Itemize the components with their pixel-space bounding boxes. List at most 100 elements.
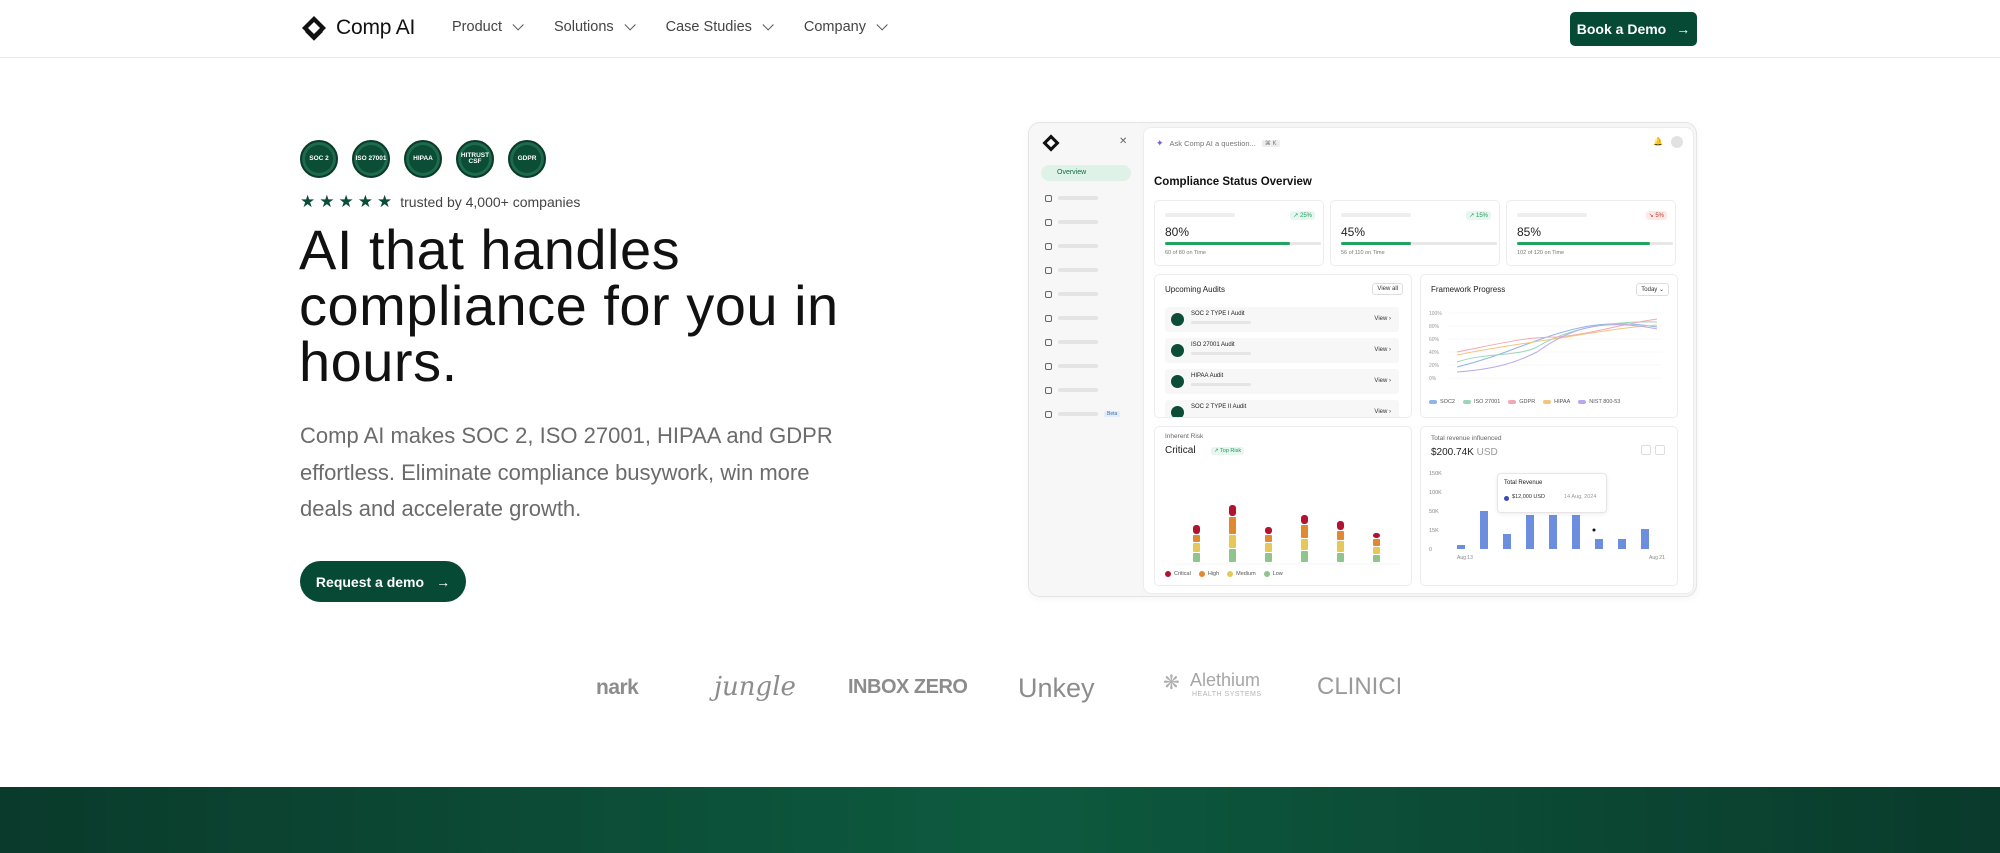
tooltip-value: $12,000 USD [1512,494,1546,500]
logo-clinici: CLINICI [1317,673,1400,700]
y-tick-label: 100K [1429,490,1442,496]
audit-row[interactable]: ISO 27001 Audit View › [1165,338,1399,363]
legend-item: HIPAA [1543,399,1570,405]
sidebar-item[interactable] [1045,193,1098,203]
hero-headline: AI that handles compliance for you in ho… [299,218,839,393]
progress-fill [1165,242,1290,245]
next-section-band [0,787,2000,853]
star-icon: ★ [319,192,335,211]
y-tick-label: 60% [1429,337,1440,343]
sidebar-item-overview[interactable]: Overview [1041,165,1131,181]
period-label: Today [1641,287,1658,293]
view-link[interactable]: View › [1374,378,1391,384]
chevron-down-icon [512,19,524,31]
audit-row[interactable]: HIPAA Audit View › [1165,369,1399,394]
risk-bar-segment [1301,551,1308,562]
period-dropdown[interactable]: Today ⌄ [1636,283,1669,296]
certification-badges: SOC 2 ISO 27001 HIPAA HITRUST CSF GDPR [300,140,546,178]
risk-level: Critical [1165,445,1196,456]
chevron-down-icon [876,19,888,31]
progress-bar [1517,242,1673,245]
risk-stacked-bars [1175,505,1400,565]
placeholder-bar [1191,321,1251,324]
audit-name: SOC 2 TYPE I Audit [1191,311,1245,317]
placeholder-bar [1341,213,1411,217]
progress-bar [1165,242,1321,245]
sidebar-item[interactable]: Beta [1045,409,1121,419]
sidebar-item[interactable] [1045,265,1098,275]
arrow-right-icon: → [1676,21,1691,37]
menu-label: Product [452,19,502,35]
view-label: View [1374,316,1388,322]
bell-icon[interactable]: 🔔 [1653,137,1663,146]
legend-label: NIST 800-53 [1589,399,1621,405]
legend-item: SOC2 [1429,399,1455,405]
stat-percent: 85% [1517,225,1542,239]
legend-dot [1263,571,1270,577]
risk-bar-segment [1373,539,1380,546]
sidebar-item[interactable] [1045,313,1098,323]
trend-badge: ↗ 25% [1290,211,1315,220]
series-line-soc2 [1456,323,1658,368]
legend-label: ISO 27001 [1473,399,1501,405]
menu-product[interactable]: Product [452,19,524,35]
sidebar-item[interactable] [1045,217,1098,227]
top-nav: Comp AI Product Solutions Case Studies C… [0,0,2000,58]
sidebar-item[interactable] [1045,337,1098,347]
bar-chart-icon[interactable] [1641,445,1651,455]
view-link[interactable]: View › [1374,409,1391,415]
risk-bar-segment [1301,525,1308,538]
settings-icon[interactable] [1655,445,1665,455]
sidebar-item[interactable] [1045,361,1098,371]
y-tick-label: 40% [1429,350,1440,356]
trust-rating: ★ ★ ★ ★ ★ trusted by 4,000+ companies [300,193,580,210]
revenue-bar [1457,545,1465,549]
revenue-label: Total revenue influenced [1431,435,1502,442]
legend-label: SOC2 [1440,399,1455,405]
view-label: View [1374,409,1388,415]
risk-bar-segment [1265,535,1272,542]
placeholder-bar [1058,364,1098,368]
risk-bar-segment [1229,549,1236,562]
request-demo-button[interactable]: Request a demo → [300,561,466,602]
legend-swatch [1578,400,1587,404]
sidebar-item[interactable] [1045,289,1098,299]
menu-company[interactable]: Company [804,19,888,35]
menu-case-studies[interactable]: Case Studies [666,19,774,35]
revenue-bar [1549,515,1557,549]
brand-name: Comp AI [336,16,416,39]
logo-jungle: jungle [714,672,796,702]
view-link[interactable]: View › [1374,316,1391,322]
view-label: View [1374,378,1388,384]
logo-unkey: Unkey [1018,673,1095,703]
document-icon [1045,266,1052,274]
sidebar-item[interactable] [1045,385,1098,395]
sidebar-item[interactable] [1045,241,1098,251]
audit-row[interactable]: SOC 2 TYPE II Audit View › [1165,400,1399,417]
close-icon[interactable]: ✕ [1119,136,1127,147]
risk-bar-segment [1265,553,1272,562]
users-icon [1045,314,1052,322]
revenue-bar [1595,539,1603,549]
avatar[interactable] [1671,136,1683,148]
customer-logos: nark jungle INBOX ZERO Unkey ❋ Alethium … [596,668,1400,708]
risk-legend: Critical High Medium Low [1165,571,1283,577]
placeholder-bar [1191,352,1251,355]
revenue-bar [1641,529,1649,549]
audit-row[interactable]: SOC 2 TYPE I Audit View › [1165,307,1399,332]
inherent-risk-card: Inherent Risk Critical ↗ Top Risk Critic… [1154,426,1412,586]
book-demo-button[interactable]: Book a Demo → [1570,12,1697,46]
dashboard-preview: ✕ Overview Beta ✦ Ask Comp AI a question… [1028,122,1697,597]
view-link[interactable]: View › [1374,347,1391,353]
sparkle-icon: ✦ [1156,138,1164,148]
legend-item: NIST 800-53 [1578,399,1620,405]
audit-name: SOC 2 TYPE II Audit [1191,404,1247,410]
brand-logo[interactable]: Comp AI [300,14,415,42]
menu-solutions[interactable]: Solutions [554,19,636,35]
view-all-button[interactable]: View all [1372,283,1403,295]
trend-badge: ↘ 5% [1645,211,1667,220]
ai-search-bar[interactable]: ✦ Ask Comp AI a question... ⌘ K [1156,138,1280,149]
star-icon: ★ [338,192,354,211]
y-tick-label: 20% [1429,363,1440,369]
risk-bar-segment [1337,553,1344,562]
